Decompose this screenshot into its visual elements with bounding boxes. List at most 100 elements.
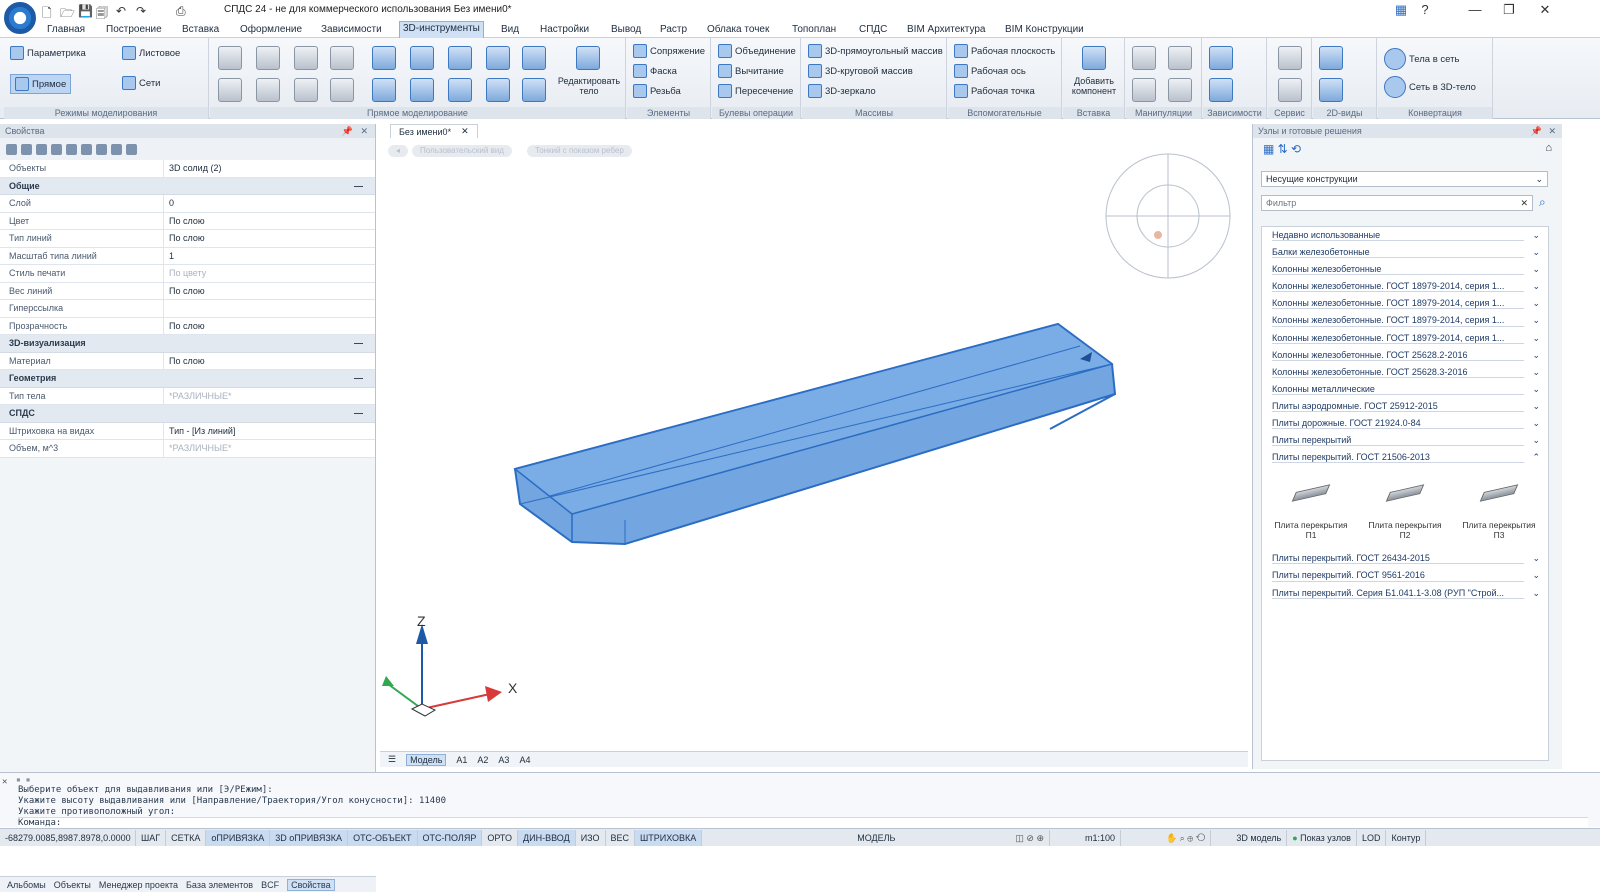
union-button[interactable]: Объединение <box>718 44 796 58</box>
rect-array-button[interactable]: 3D-прямоугольный массив <box>808 44 943 58</box>
prop-section-header[interactable]: Общие — <box>0 177 375 195</box>
close-panel-icon[interactable]: ✕ <box>360 124 368 138</box>
view-cube[interactable] <box>1105 153 1231 279</box>
press-pull-icon[interactable] <box>372 78 396 102</box>
menu-3d-tools[interactable]: 3D-инструменты <box>399 21 484 38</box>
undo-icon[interactable]: ↶ <box>116 4 126 18</box>
extrude-icon[interactable] <box>372 46 396 70</box>
add-component-icon[interactable] <box>1082 46 1106 70</box>
parametric-button[interactable]: Параметрика <box>10 46 86 60</box>
select-objects-icon[interactable] <box>21 143 32 155</box>
layout-tab[interactable]: А3 <box>498 755 509 765</box>
tree-item[interactable]: Колонны железобетонные. ГОСТ 18979-2014,… <box>1262 330 1548 347</box>
constraint-icon[interactable] <box>1209 46 1233 70</box>
panel-tab[interactable]: Менеджер проекта <box>99 880 178 890</box>
close-tab-icon[interactable]: ✕ <box>461 126 469 137</box>
torus-icon[interactable] <box>330 46 354 70</box>
filter-icon[interactable] <box>51 143 62 155</box>
grid-view-icon[interactable]: ▦ ⇅ ⟲ <box>1263 142 1301 156</box>
lod-toggle[interactable]: LOD <box>1357 829 1387 846</box>
menu-topoplan[interactable]: Топоплан <box>789 23 839 36</box>
chevron-down-icon[interactable]: ⌄ <box>1532 550 1540 567</box>
workspace-3d[interactable]: 3D модель <box>1231 829 1288 846</box>
prop-row[interactable]: Цвет По слою <box>0 212 375 230</box>
edit-body-icon[interactable] <box>576 46 600 70</box>
wedge-icon[interactable] <box>294 78 318 102</box>
polysolid-icon[interactable] <box>330 78 354 102</box>
chevron-down-icon[interactable]: ⌄ <box>1532 330 1540 347</box>
status-toggle[interactable]: 3D оПРИВЯЗКА <box>270 829 349 846</box>
status-toggle[interactable]: ДИН-ВВОД <box>518 829 576 846</box>
imprint-icon[interactable] <box>522 78 546 102</box>
chevron-down-icon[interactable]: ⌄ <box>1532 278 1540 295</box>
mirror-3d-button[interactable]: 3D-зеркало <box>808 84 876 98</box>
search-icon[interactable]: ⌕ <box>1539 195 1546 210</box>
tree-item[interactable]: Колонны железобетонные. ГОСТ 18979-2014,… <box>1262 312 1548 329</box>
status-toggle[interactable]: ОРТО <box>482 829 519 846</box>
app-logo[interactable] <box>4 2 36 34</box>
sheet-button[interactable]: Листовое <box>122 46 180 60</box>
command-input[interactable]: Команда: <box>18 817 1588 828</box>
tree-item[interactable]: Колонны железобетонные ⌄ <box>1262 261 1548 278</box>
tree-item[interactable]: Плиты перекрытий. Серия Б1.041.1-3.08 (Р… <box>1262 585 1548 602</box>
prop-section-header[interactable]: Геометрия — <box>0 370 375 388</box>
panel-tab[interactable]: Объекты <box>54 880 91 890</box>
gizmo-rotate-icon[interactable] <box>1168 46 1192 70</box>
sweep-icon[interactable] <box>448 46 472 70</box>
chevron-down-icon[interactable]: ⌄ <box>1532 227 1540 244</box>
revolve-icon[interactable] <box>410 46 434 70</box>
align-icon[interactable] <box>1132 78 1156 102</box>
work-plane-button[interactable]: Рабочая плоскость <box>954 44 1055 58</box>
prop-row[interactable]: Тип тела *РАЗЛИЧНЫЕ* <box>0 387 375 405</box>
help-icon[interactable] <box>126 143 137 155</box>
work-point-button[interactable]: Рабочая точка <box>954 84 1035 98</box>
work-axis-button[interactable]: Рабочая ось <box>954 64 1026 78</box>
3d-solid-beam[interactable] <box>513 322 1117 546</box>
group-label[interactable]: Манипуляции <box>1126 107 1201 119</box>
tree-item[interactable]: Плиты перекрытий. ГОСТ 26434-2015 ⌄ <box>1262 550 1548 567</box>
settings-icon[interactable] <box>111 143 122 155</box>
prop-row[interactable]: Вес линий По слою <box>0 282 375 300</box>
filter-input[interactable]: Фильтр ✕ <box>1261 195 1533 211</box>
cylinder-icon[interactable] <box>218 78 242 102</box>
document-tab[interactable]: Без имени0* ✕ <box>390 124 478 138</box>
thicken-icon[interactable] <box>448 78 472 102</box>
viewport-canvas[interactable]: Z X <box>380 124 1248 751</box>
slab-thumbnail[interactable]: Плита перекрытия П1 <box>1271 484 1351 540</box>
tree-item[interactable]: Плиты аэродромные. ГОСТ 25912-2015 ⌄ <box>1262 398 1548 415</box>
sort-icon[interactable] <box>81 143 92 155</box>
tree-item[interactable]: Балки железобетонные ⌄ <box>1262 244 1548 261</box>
close-panel-icon[interactable]: ✕ <box>1548 124 1556 138</box>
slice-icon[interactable] <box>410 78 434 102</box>
maximize-button[interactable]: ❐ <box>1494 2 1524 20</box>
chevron-up-icon[interactable]: ⌃ <box>1532 449 1540 466</box>
dimension-constraint-icon[interactable] <box>1209 78 1233 102</box>
status-toggle[interactable]: ОТС-ОБЪЕКТ <box>348 829 418 846</box>
tree-item[interactable]: Плиты перекрытий ⌄ <box>1262 432 1548 449</box>
pin-icon[interactable]: 📌 <box>342 124 353 138</box>
slab-thumbnail[interactable]: Плита перекрытия П3 <box>1459 484 1539 540</box>
prop-row[interactable]: Объем, м^3 *РАЗЛИЧНЫЕ* <box>0 440 375 458</box>
nets-button[interactable]: Сети <box>122 76 161 90</box>
model-space-label[interactable]: МОДЕЛЬ <box>852 830 900 846</box>
thread-button[interactable]: Резьба <box>633 84 681 98</box>
visual-style-pill[interactable]: Тонкий с показом ребер <box>527 145 632 157</box>
collapse-icon[interactable]: — <box>354 405 363 422</box>
chevron-down-icon[interactable]: ⌄ <box>1532 567 1540 584</box>
print-icon[interactable]: ⎙ <box>176 4 186 19</box>
prop-row[interactable]: Штриховка на видах Тип - [Из линий] <box>0 422 375 440</box>
prop-row[interactable]: Материал По слою <box>0 352 375 370</box>
tree-item[interactable]: Плиты перекрытий. ГОСТ 21506-2013 ⌃ <box>1262 449 1548 466</box>
status-toggle[interactable]: оПРИВЯЗКА <box>206 829 271 846</box>
gizmo-move-icon[interactable] <box>1132 46 1156 70</box>
menu-format[interactable]: Оформление <box>237 23 305 36</box>
tree-item[interactable]: Плиты перекрытий. ГОСТ 9561-2016 ⌄ <box>1262 567 1548 584</box>
prop-row[interactable]: Тип линий По слою <box>0 230 375 248</box>
tree-item[interactable]: Недавно использованные ⌄ <box>1262 227 1548 244</box>
service-icon[interactable] <box>1278 46 1302 70</box>
save-icon[interactable]: 💾 <box>78 4 93 18</box>
collapse-icon[interactable]: — <box>354 370 363 387</box>
pyramid-icon[interactable] <box>294 46 318 70</box>
collapse-icon[interactable]: — <box>354 335 363 352</box>
prop-row[interactable]: Прозрачность По слою <box>0 317 375 335</box>
